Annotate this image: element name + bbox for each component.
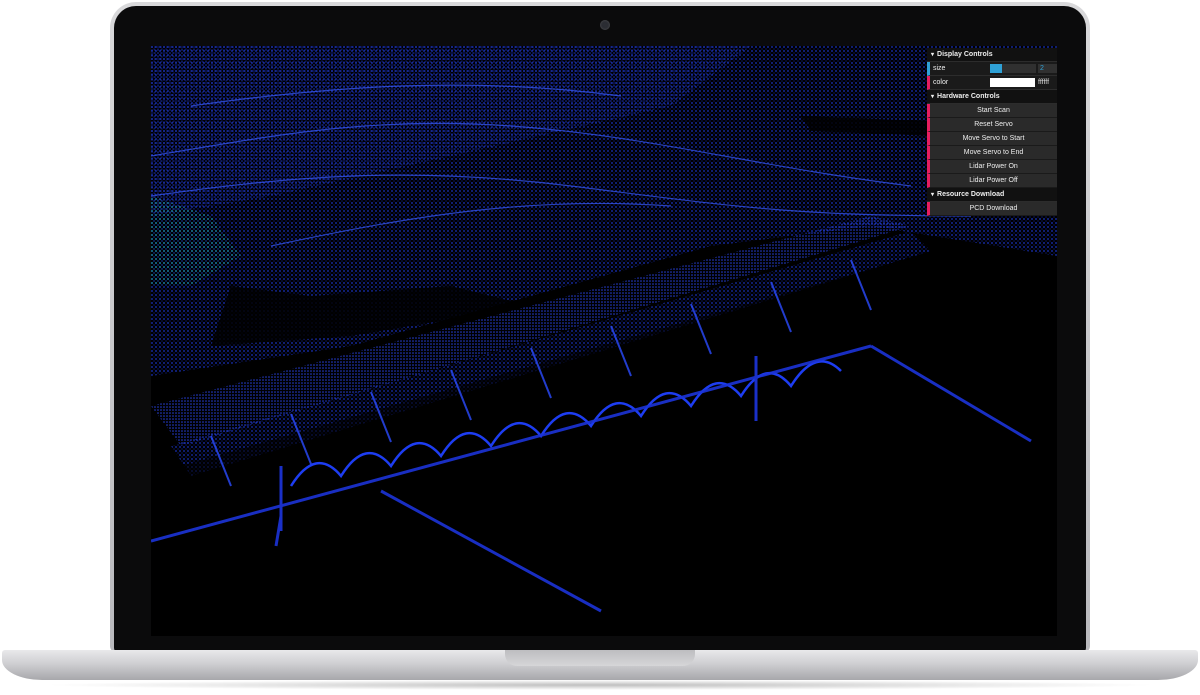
control-panel: ▾ Display Controls size 2 color ffffff ▾ H… (927, 48, 1057, 216)
size-control[interactable]: size 2 (927, 62, 1057, 76)
lidar-power-off-label: Lidar Power Off (969, 177, 1018, 184)
point-cloud-viewport[interactable] (151, 46, 1057, 636)
lidar-power-off-button[interactable]: Lidar Power Off (927, 174, 1057, 188)
lidar-power-on-button[interactable]: Lidar Power On (927, 160, 1057, 174)
laptop-lid: ▾ Display Controls size 2 color ffffff ▾ H… (110, 2, 1090, 652)
size-input[interactable]: 2 (1038, 64, 1057, 73)
color-hex-value[interactable]: ffffff (1038, 76, 1049, 89)
pcd-download-label: PCD Download (969, 205, 1018, 212)
size-slider-fill (990, 64, 1002, 73)
start-scan-label: Start Scan (977, 107, 1010, 114)
size-slider[interactable] (990, 64, 1036, 73)
laptop-shadow (40, 680, 1160, 690)
webcam-icon (600, 20, 610, 30)
screen: ▾ Display Controls size 2 color ffffff ▾ H… (151, 46, 1057, 636)
display-controls-title: Display Controls (937, 51, 993, 58)
display-controls-folder[interactable]: ▾ Display Controls (927, 48, 1057, 62)
point-cloud-canvas[interactable] (151, 46, 1057, 636)
color-swatch[interactable] (990, 78, 1035, 87)
chevron-down-icon: ▾ (931, 52, 935, 58)
move-servo-end-label: Move Servo to End (963, 149, 1024, 156)
hardware-controls-title: Hardware Controls (937, 93, 1000, 100)
move-servo-end-button[interactable]: Move Servo to End (927, 146, 1057, 160)
resource-download-folder[interactable]: ▾ Resource Download (927, 188, 1057, 202)
reset-servo-button[interactable]: Reset Servo (927, 118, 1057, 132)
pcd-download-button[interactable]: PCD Download (927, 202, 1057, 216)
color-control[interactable]: color ffffff (927, 76, 1057, 90)
chevron-down-icon: ▾ (931, 94, 935, 100)
laptop-opening-notch (505, 650, 695, 666)
move-servo-start-button[interactable]: Move Servo to Start (927, 132, 1057, 146)
move-servo-start-label: Move Servo to Start (962, 135, 1025, 142)
hardware-controls-folder[interactable]: ▾ Hardware Controls (927, 90, 1057, 104)
start-scan-button[interactable]: Start Scan (927, 104, 1057, 118)
chevron-down-icon: ▾ (931, 192, 935, 198)
lidar-power-on-label: Lidar Power On (969, 163, 1018, 170)
screen-bezel: ▾ Display Controls size 2 color ffffff ▾ H… (114, 6, 1086, 652)
size-label: size (933, 65, 946, 72)
resource-download-title: Resource Download (937, 191, 1005, 198)
color-label: color (933, 79, 949, 86)
reset-servo-label: Reset Servo (974, 121, 1013, 128)
